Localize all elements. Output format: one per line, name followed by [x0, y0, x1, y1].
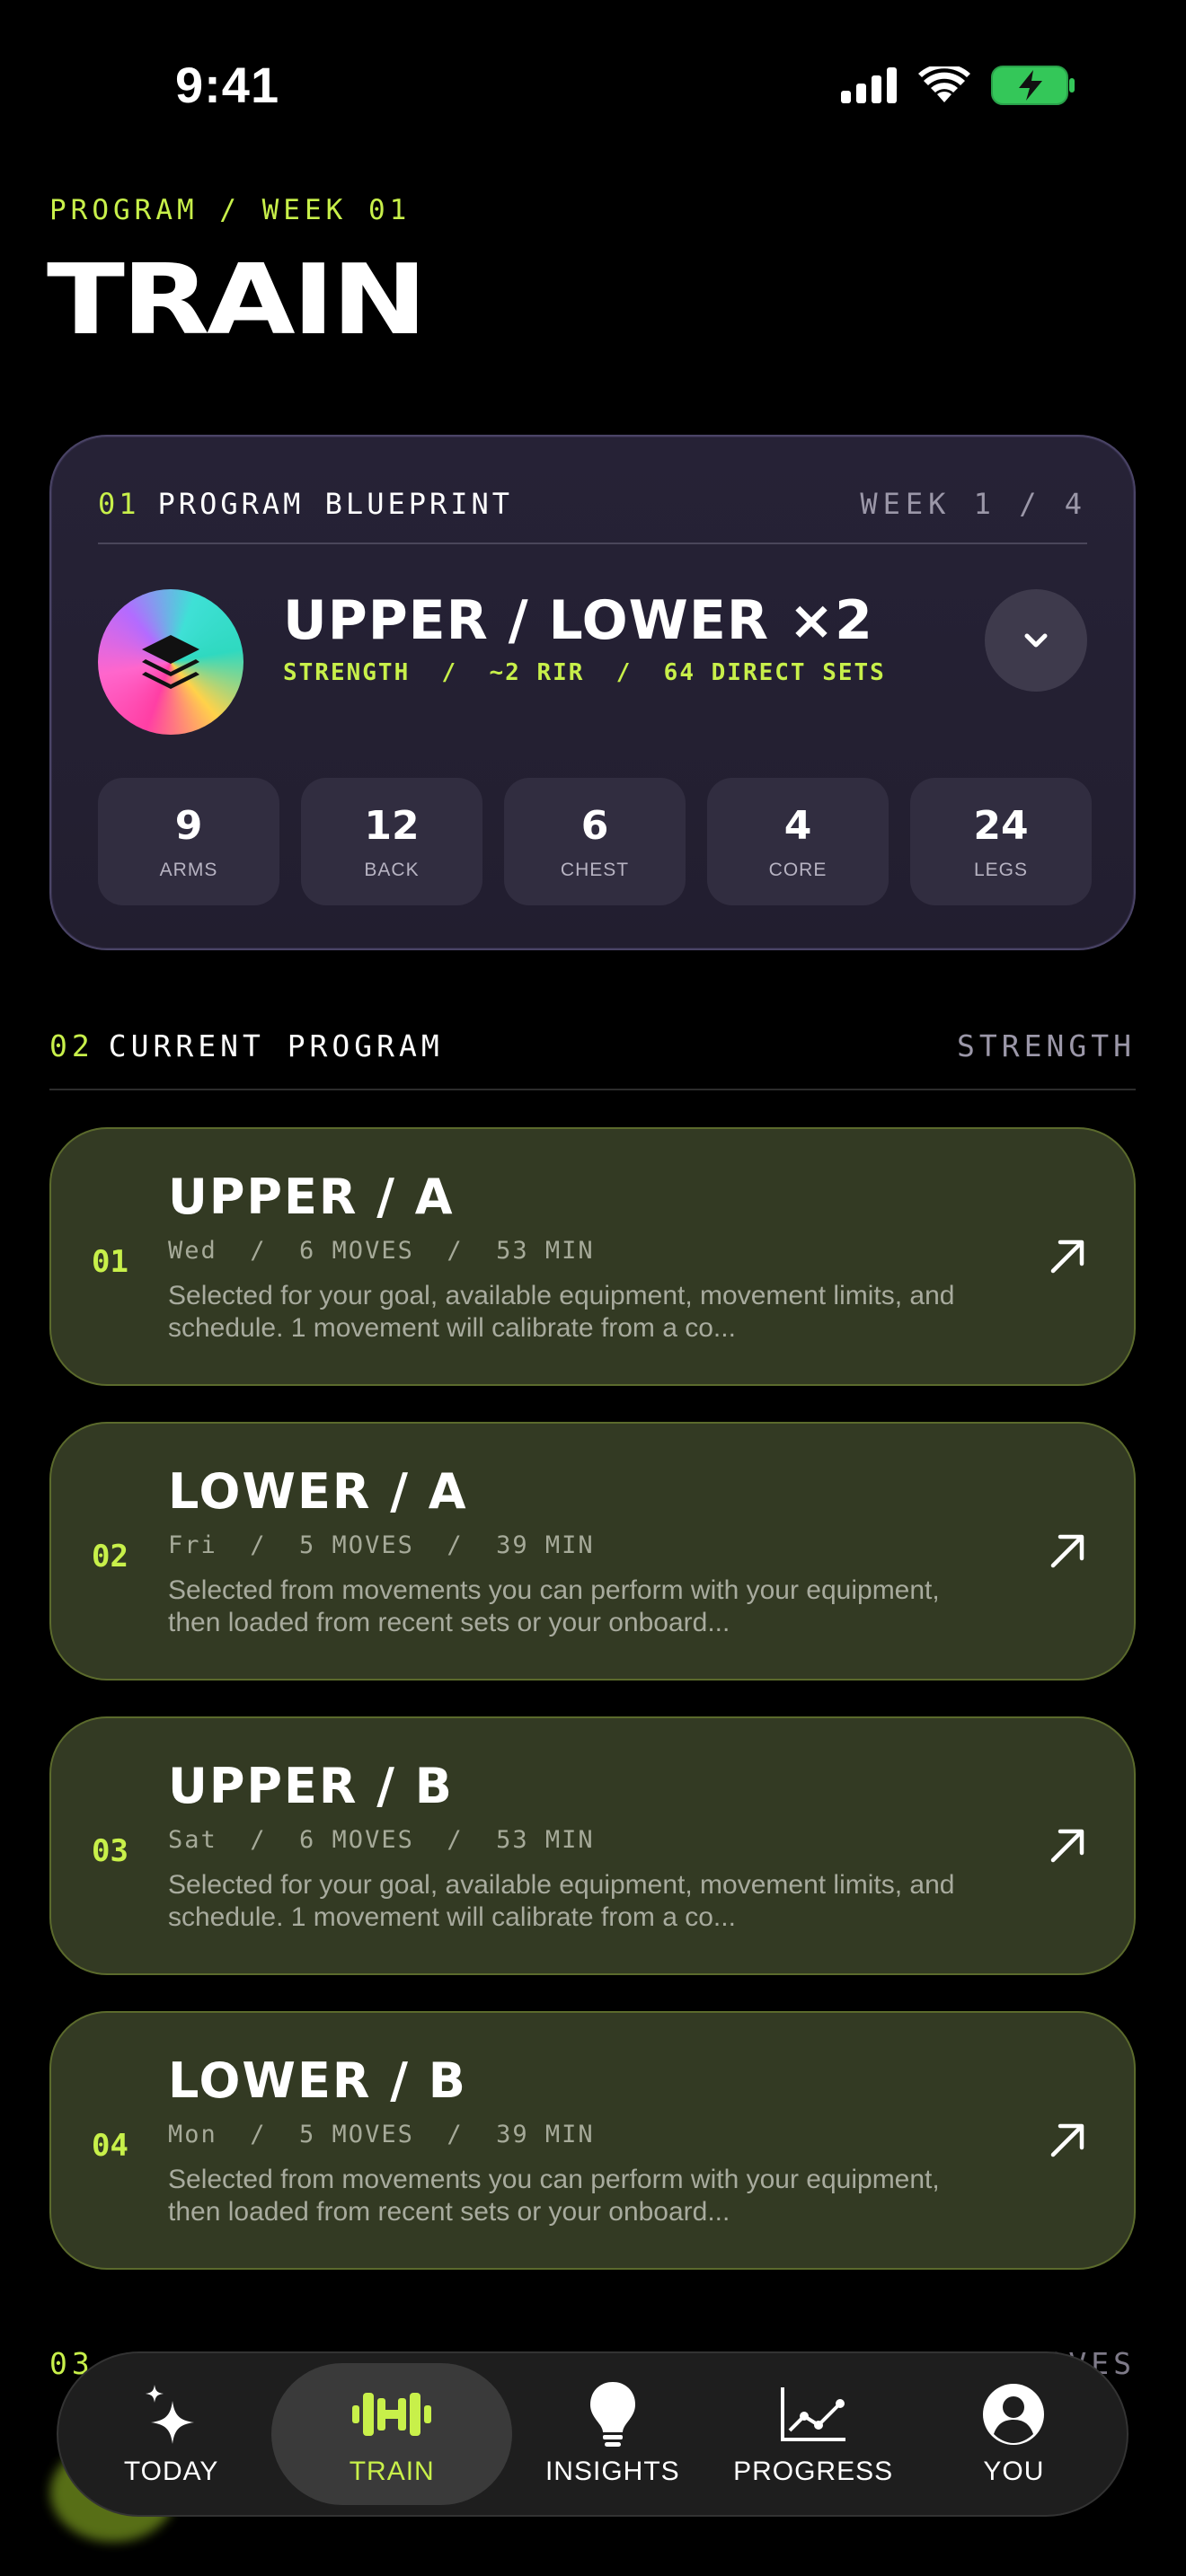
- tab-label: INSIGHTS: [544, 2457, 680, 2486]
- divider: [98, 543, 1087, 544]
- expand-button[interactable]: [985, 589, 1087, 692]
- stat-value: 12: [364, 802, 420, 849]
- workout-number: 04: [92, 2128, 128, 2164]
- workout-description: Selected for your goal, available equipm…: [168, 1870, 955, 1932]
- stack-layers-icon: [142, 635, 199, 689]
- workout-card[interactable]: 02 LOWER / A Fri / 5 MOVES / 39 MIN Sele…: [49, 1422, 1136, 1681]
- stat-value: 9: [174, 802, 203, 849]
- workout-title: LOWER / B: [168, 2052, 467, 2109]
- tab-progress[interactable]: PROGRESS: [712, 2363, 913, 2505]
- current-program-header: 02 CURRENT PROGRAM: [49, 1028, 444, 1063]
- battery-charging-icon: [991, 66, 1075, 105]
- workout-card[interactable]: 04 LOWER / B Mon / 5 MOVES / 39 MIN Sele…: [49, 2011, 1136, 2270]
- breadcrumb: PROGRAM / WEEK 01: [49, 194, 412, 226]
- stat-label: BACK: [364, 859, 420, 880]
- tab-label: TODAY: [123, 2457, 219, 2486]
- arrow-up-right-icon[interactable]: [1046, 1530, 1089, 1573]
- stat-label: ARMS: [159, 859, 218, 880]
- program-goal-tag: STRENGTH: [957, 1028, 1136, 1063]
- tab-train[interactable]: TRAIN: [271, 2363, 513, 2505]
- workout-meta: Fri / 5 MOVES / 39 MIN: [168, 1531, 595, 1559]
- tab-label: PROGRESS: [733, 2457, 894, 2486]
- stat-value: 6: [580, 802, 609, 849]
- workout-card[interactable]: 03 UPPER / B Sat / 6 MOVES / 53 MIN Sele…: [49, 1716, 1136, 1975]
- program-title: UPPER / LOWER ×2: [283, 589, 873, 652]
- person-icon: [983, 2384, 1045, 2445]
- stat-back: 12 BACK: [301, 778, 482, 905]
- tab-insights[interactable]: INSIGHTS: [512, 2363, 712, 2505]
- signal-icon: [841, 67, 897, 103]
- page-title: TRAIN: [47, 244, 428, 357]
- sparkles-icon: [145, 2385, 194, 2444]
- arrow-up-right-icon[interactable]: [1046, 1824, 1089, 1867]
- week-indicator: WEEK 1 / 4: [860, 487, 1087, 521]
- status-time: 9:41: [175, 57, 280, 113]
- section-label: PROGRAM BLUEPRINT: [157, 487, 514, 521]
- workout-number: 02: [92, 1539, 128, 1575]
- workout-description: Selected from movements you can perform …: [168, 1575, 940, 1637]
- stat-arms: 9 ARMS: [98, 778, 279, 905]
- section-number: 01: [98, 487, 140, 521]
- stat-legs: 24 LEGS: [910, 778, 1092, 905]
- program-avatar: [98, 589, 243, 735]
- workout-title: UPPER / A: [168, 1169, 455, 1225]
- arrow-up-right-icon[interactable]: [1046, 2119, 1089, 2162]
- stat-chest: 6 CHEST: [504, 778, 686, 905]
- program-meta: STRENGTH / ~2 RIR / 64 DIRECT SETS: [283, 659, 886, 686]
- workout-title: UPPER / B: [168, 1758, 454, 1814]
- workout-meta: Sat / 6 MOVES / 53 MIN: [168, 1826, 595, 1854]
- stat-label: LEGS: [973, 859, 1029, 880]
- stat-core: 4 CORE: [707, 778, 889, 905]
- stat-label: CHEST: [560, 859, 630, 880]
- divider: [49, 1089, 1136, 1090]
- workout-description: Selected from movements you can perform …: [168, 2165, 940, 2227]
- section-number: 02: [49, 1028, 94, 1063]
- arrow-up-right-icon[interactable]: [1046, 1235, 1089, 1278]
- chart-line-icon: [781, 2387, 846, 2441]
- blueprint-section-header: 01 PROGRAM BLUEPRINT: [98, 487, 513, 521]
- workout-title: LOWER / A: [168, 1463, 468, 1520]
- tab-label: TRAIN: [349, 2457, 435, 2486]
- chevron-down-icon: [1024, 633, 1048, 648]
- status-bar: 9:41: [0, 0, 1186, 171]
- workout-card[interactable]: 01 UPPER / A Wed / 6 MOVES / 53 MIN Sele…: [49, 1127, 1136, 1386]
- workout-meta: Mon / 5 MOVES / 39 MIN: [168, 2121, 595, 2148]
- program-blueprint-card[interactable]: 01 PROGRAM BLUEPRINT WEEK 1 / 4 UPPER / L…: [49, 435, 1136, 950]
- stat-value: 4: [783, 802, 812, 849]
- dumbbell-icon: [352, 2393, 432, 2436]
- muscle-set-stats: 9 ARMS 12 BACK 6 CHEST 4 CORE 24 LEGS: [98, 778, 1092, 905]
- tab-label: YOU: [983, 2457, 1045, 2486]
- workout-meta: Wed / 6 MOVES / 53 MIN: [168, 1237, 595, 1265]
- section-label: CURRENT PROGRAM: [108, 1028, 444, 1063]
- tab-today[interactable]: TODAY: [71, 2363, 271, 2505]
- lightbulb-icon: [589, 2382, 635, 2447]
- stat-label: CORE: [768, 859, 828, 880]
- tab-you[interactable]: YOU: [914, 2363, 1114, 2505]
- tab-bar: TODAY TRAIN INSIGHTS PROGRESS YOU: [57, 2351, 1128, 2517]
- workout-description: Selected for your goal, available equipm…: [168, 1281, 955, 1343]
- workout-number: 01: [92, 1244, 128, 1280]
- wifi-icon: [918, 66, 970, 102]
- workout-number: 03: [92, 1833, 128, 1869]
- stat-value: 24: [973, 802, 1029, 849]
